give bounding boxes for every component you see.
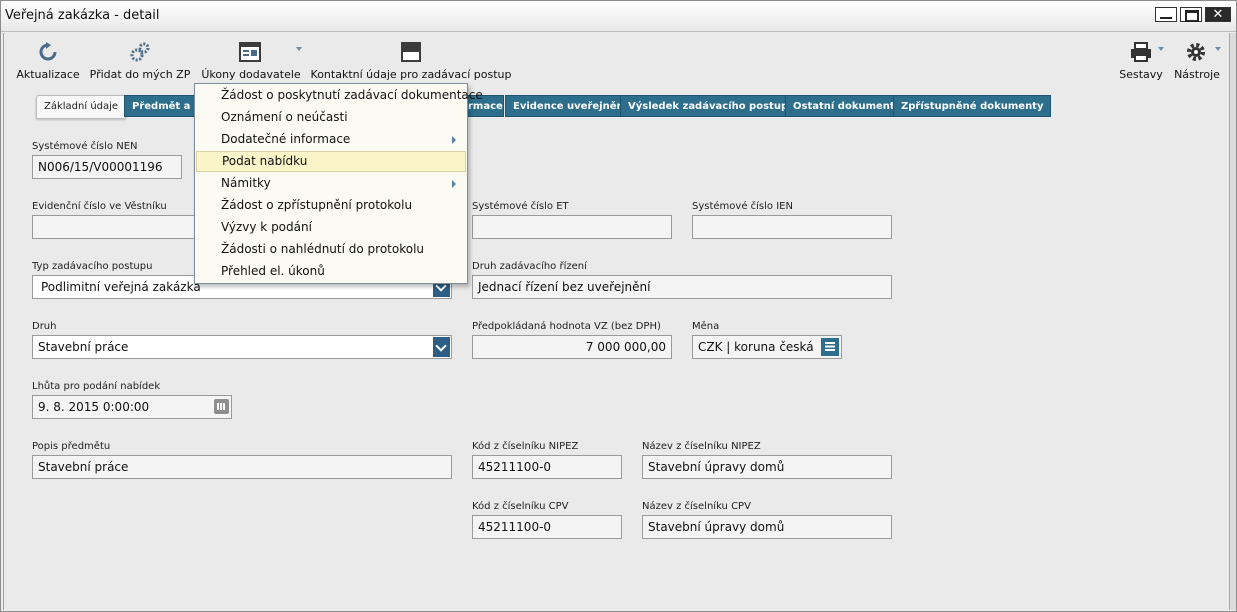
maximize-button[interactable] (1180, 7, 1202, 22)
estimated-value-label: Předpokládaná hodnota VZ (bez DPH) (472, 321, 661, 332)
menu-item-additional-info-label: Dodatečné informace (221, 132, 351, 146)
nipez-name-label: Název z číselníku NIPEZ (642, 441, 761, 452)
cpv-code-label: Kód z číselníku CPV (472, 501, 569, 512)
supplier-actions-menu: Žádost o poskytnutí zadávací dokumentace… (194, 83, 483, 284)
tab-procedure-result[interactable]: Výsledek zadávacího postupu (620, 95, 804, 117)
tab-publication-records[interactable]: Evidence uveřejnění (505, 95, 636, 117)
menu-item-objections-label: Námitky (221, 176, 271, 190)
refresh-button[interactable]: Aktualizace (12, 33, 84, 85)
calendar-icon[interactable] (214, 399, 229, 414)
menu-item-submit-offer[interactable]: Podat nabídku (196, 151, 466, 172)
reports-chevron-icon (1158, 47, 1164, 51)
menu-item-objections[interactable]: Námitky (196, 173, 466, 194)
nipez-name-field[interactable]: Stavební úpravy domů (642, 455, 892, 479)
vestnik-number-label: Evidenční číslo ve Věstníku (32, 201, 167, 212)
procedure-type-value: Podlimitní veřejná zakázka (41, 280, 201, 294)
add-to-my-button[interactable]: Přidat do mých ZP (88, 33, 192, 85)
kind-label: Druh (32, 321, 57, 332)
refresh-label: Aktualizace (16, 68, 80, 81)
menu-item-electronic-actions[interactable]: Přehled el. úkonů (196, 261, 466, 282)
toolbar: Aktualizace Přidat do mých ZP Úkony doda… (4, 33, 1230, 85)
subject-field[interactable]: Stavební práce (32, 455, 452, 479)
procedure-kind-label: Druh zadávacího řízení (472, 261, 587, 272)
et-number-field[interactable] (472, 215, 672, 239)
gears-icon (130, 42, 150, 62)
reports-button[interactable]: Sestavy (1116, 33, 1166, 85)
title-bar: Veřejná zakázka - detail ✕ (1, 1, 1236, 32)
ien-number-label: Systémové číslo IEN (692, 201, 793, 212)
tools-chevron-icon (1215, 47, 1221, 51)
estimated-value-field[interactable]: 7 000 000,00 (472, 335, 672, 359)
ien-number-field[interactable] (692, 215, 892, 239)
supplier-actions-label: Úkony dodavatele (201, 68, 301, 81)
menu-item-calls-to-submit[interactable]: Výzvy k podání (196, 217, 466, 238)
chevron-right-icon (452, 136, 456, 144)
reports-label: Sestavy (1119, 68, 1163, 81)
content-area: Aktualizace Přidat do mých ZP Úkony doda… (3, 33, 1230, 610)
contact-info-label: Kontaktní údaje pro zadávací postup (310, 68, 512, 81)
cpv-code-field[interactable]: 45211100-0 (472, 515, 622, 539)
procedure-kind-field[interactable]: Jednací řízení bez uveřejnění (472, 275, 892, 299)
menu-item-protocol-inspection[interactable]: Žádosti o nahlédnutí do protokolu (196, 239, 466, 260)
close-button[interactable]: ✕ (1205, 7, 1231, 22)
tab-shared-documents[interactable]: Zpřístupněné dokumenty (893, 95, 1052, 117)
vestnik-number-field[interactable] (32, 215, 200, 239)
chevron-right-icon (452, 180, 456, 188)
subject-label: Popis předmětu (32, 441, 111, 452)
list-icon[interactable] (821, 338, 839, 356)
nen-number-label: Systémové číslo NEN (32, 141, 138, 152)
currency-field[interactable]: CZK | koruna česká (692, 335, 842, 359)
contact-info-button[interactable]: Kontaktní údaje pro zadávací postup (309, 33, 513, 85)
window-icon (401, 42, 421, 62)
menu-item-non-participation[interactable]: Oznámení o neúčasti (196, 107, 466, 128)
minimize-button[interactable] (1155, 7, 1177, 22)
procedure-type-label: Typ zadávacího postupu (32, 261, 153, 272)
vertical-scrollbar[interactable] (1229, 33, 1236, 610)
kind-value: Stavební práce (38, 340, 129, 354)
cpv-name-field[interactable]: Stavební úpravy domů (642, 515, 892, 539)
supplier-actions-button[interactable]: Úkony dodavatele (199, 33, 303, 85)
menu-item-request-protocol[interactable]: Žádost o zpřístupnění protokolu (196, 195, 466, 216)
tab-subject[interactable]: Předmět a mí (124, 95, 208, 117)
menu-item-additional-info[interactable]: Dodatečné informace (196, 129, 466, 150)
tab-basic-info[interactable]: Základní údaje (36, 95, 127, 119)
currency-value: CZK | koruna česká (698, 340, 814, 354)
menu-item-request-documentation[interactable]: Žádost o poskytnutí zadávací dokumentace (196, 85, 483, 106)
nipez-code-label: Kód z číselníku NIPEZ (472, 441, 579, 452)
nipez-code-field[interactable]: 45211100-0 (472, 455, 622, 479)
deadline-field[interactable]: 9. 8. 2015 0:00:00 (32, 395, 232, 419)
refresh-icon (39, 42, 57, 61)
currency-label: Měna (692, 321, 720, 332)
printer-icon (1131, 42, 1151, 62)
et-number-label: Systémové číslo ET (472, 201, 569, 212)
tab-other-documents[interactable]: Ostatní dokumenty (785, 95, 910, 117)
chevron-down-icon[interactable] (433, 337, 450, 357)
deadline-label: Lhůta pro podání nabídek (32, 381, 161, 392)
add-to-my-label: Přidat do mých ZP (89, 68, 191, 81)
chevron-down-icon (296, 47, 302, 51)
window-title: Veřejná zakázka - detail (5, 8, 160, 23)
gear-icon (1187, 43, 1205, 61)
form-icon (239, 42, 261, 62)
cpv-name-label: Název z číselníku CPV (642, 501, 751, 512)
nen-number-field[interactable]: N006/15/V00001196 (32, 155, 182, 179)
deadline-value: 9. 8. 2015 0:00:00 (38, 400, 150, 414)
tools-label: Nástroje (1174, 68, 1220, 81)
tools-button[interactable]: Nástroje (1170, 33, 1224, 85)
kind-select[interactable]: Stavební práce (32, 335, 452, 359)
